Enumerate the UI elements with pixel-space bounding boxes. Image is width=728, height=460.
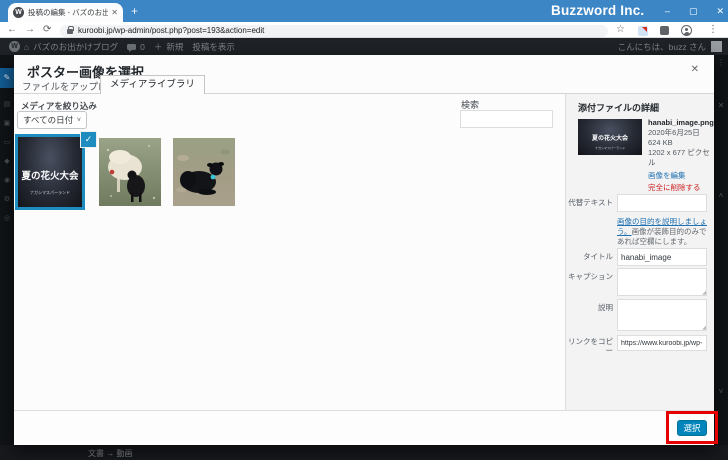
description-label: 説明	[566, 303, 613, 312]
media-modal: ポスター画像を選択 ✕ ファイルをアップロード メディアライブラリ メディアを絞…	[14, 55, 714, 445]
window-title: Buzzword Inc.	[551, 3, 644, 18]
panel-chevron-up-icon: ˄	[714, 191, 728, 200]
caption-textarea[interactable]	[617, 268, 707, 296]
copy-link-input[interactable]	[617, 335, 707, 351]
wordpress-favicon-icon: W	[13, 7, 24, 18]
profile-icon[interactable]	[681, 25, 692, 36]
attachment-details-sidebar: 添付ファイルの詳細 夏の花火大会 ナガシマスパーランド hanabi_image…	[565, 94, 714, 410]
modal-close-icon[interactable]: ✕	[691, 64, 699, 75]
media-item-black-lamb-photo[interactable]	[173, 138, 235, 206]
attachment-thumb-subtitle: ナガシマスパーランド	[578, 146, 642, 150]
tab-media-library[interactable]: メディアライブラリ	[100, 75, 205, 94]
extension-dark-icon[interactable]	[660, 26, 669, 35]
screen: W 投稿の編集 - バズのお出かけブログ ✕ + Buzzword Inc. –…	[0, 0, 728, 460]
search-input[interactable]	[460, 110, 553, 128]
wordpress-logo-icon[interactable]: W	[9, 41, 20, 52]
attachment-date: 2020年6月25日	[648, 128, 712, 138]
attachment-thumb-title: 夏の花火大会	[578, 133, 642, 142]
alt-help-text: 画像の目的を説明しましょう。画像が装飾目的のみであれば空欄にします。	[617, 217, 709, 247]
annotation-highlight-box	[666, 411, 718, 444]
reload-icon[interactable]: ⟳	[43, 24, 51, 35]
tab-title: 投稿の編集 - バズのお出かけブログ	[28, 7, 108, 18]
attachment-details-heading: 添付ファイルの詳細	[578, 101, 659, 114]
bookmark-star-icon[interactable]: ☆	[616, 24, 625, 35]
media-item-hanabi-poster[interactable]: 夏の花火大会 ナガシマスパーランド	[15, 134, 85, 210]
black-lamb-thumbnail	[173, 138, 235, 206]
alt-text-label: 代替テキスト	[566, 198, 613, 207]
attachment-thumbnail: 夏の花火大会 ナガシマスパーランド	[578, 119, 642, 155]
title-label: タイトル	[566, 252, 613, 261]
date-filter-select[interactable]: すべての日付 ˅	[17, 111, 87, 129]
back-icon[interactable]: ←	[7, 24, 17, 35]
wp-admin-bar: W ⌂ バズのお出かけブログ 0 ＋ 新規 投稿を表示 こんにちは、buzz さ…	[0, 38, 728, 55]
media-item-sheep-photo[interactable]	[99, 138, 161, 206]
hanabi-poster-thumbnail: 夏の花火大会 ナガシマスパーランド	[18, 137, 82, 207]
attachment-size: 624 KB	[648, 138, 712, 148]
edit-image-link[interactable]: 画像を編集	[648, 171, 712, 181]
comments-icon	[127, 44, 136, 50]
dim-close-icon: ✕	[714, 101, 728, 110]
caption-label: キャプション	[566, 272, 613, 281]
breadcrumb: 文書 → 動画	[88, 448, 132, 459]
date-filter-value: すべての日付	[23, 114, 73, 126]
minimize-icon[interactable]: –	[665, 6, 670, 16]
wp-admin-menu: ✎ ▤ ▣ ▭ ◆ ◉ ⚙ ◎	[0, 55, 14, 445]
browser-menu-icon[interactable]: ⋮	[708, 24, 718, 35]
attachment-dimensions: 1202 x 677 ピクセル	[648, 148, 712, 168]
sheep-photo-thumbnail	[99, 138, 161, 206]
alt-text-input[interactable]	[617, 194, 707, 212]
browser-tab[interactable]: W 投稿の編集 - バズのお出かけブログ ✕	[8, 3, 123, 22]
poster-subtitle-text: ナガシマスパーランド	[18, 190, 82, 196]
maximize-icon[interactable]: ▢	[689, 6, 698, 17]
browser-titlebar: W 投稿の編集 - バズのお出かけブログ ✕ + Buzzword Inc. –…	[0, 0, 728, 22]
description-textarea[interactable]	[617, 299, 707, 331]
selected-check-icon[interactable]: ✓	[81, 132, 96, 147]
copy-link-label: リンクをコピー	[566, 337, 613, 355]
admin-bar-site-name[interactable]: バズのお出かけブログ	[33, 41, 118, 53]
attachment-filename: hanabi_image.png	[648, 118, 712, 128]
editor-options-icon: ⋮	[714, 58, 728, 67]
delete-permanently-link[interactable]: 完全に削除する	[648, 183, 712, 193]
poster-title-text: 夏の花火大会	[18, 168, 82, 182]
modal-footer	[14, 410, 714, 445]
title-input[interactable]	[617, 248, 707, 266]
admin-bar-greeting[interactable]: こんにちは、buzz さん	[618, 41, 706, 53]
plus-icon: ＋	[154, 41, 163, 53]
avatar	[711, 41, 722, 52]
admin-bar-view-post[interactable]: 投稿を表示	[192, 41, 235, 53]
home-icon: ⌂	[24, 42, 29, 52]
admin-bar-new[interactable]: 新規	[166, 41, 183, 53]
page-right-edge: ⋮ ✕ ˄ ˅	[714, 55, 728, 445]
chevron-down-icon: ˅	[77, 117, 81, 124]
extension-icon[interactable]	[638, 26, 648, 36]
url-text: kuroobi.jp/wp-admin/post.php?post=193&ac…	[78, 26, 264, 35]
wp-menu-icons: ▤ ▣ ▭ ◆ ◉ ⚙ ◎	[0, 95, 14, 228]
active-menu-posts-icon[interactable]: ✎	[0, 68, 14, 88]
tab-close-icon[interactable]: ✕	[111, 8, 118, 17]
window-close-icon[interactable]: ✕	[716, 6, 724, 17]
panel-chevron-down-icon: ˅	[714, 387, 728, 396]
forward-icon[interactable]: →	[25, 24, 35, 35]
comment-count[interactable]: 0	[140, 42, 145, 52]
lock-icon	[67, 29, 73, 34]
new-tab-button[interactable]: +	[131, 4, 138, 18]
address-bar[interactable]: kuroobi.jp/wp-admin/post.php?post=193&ac…	[60, 25, 608, 37]
